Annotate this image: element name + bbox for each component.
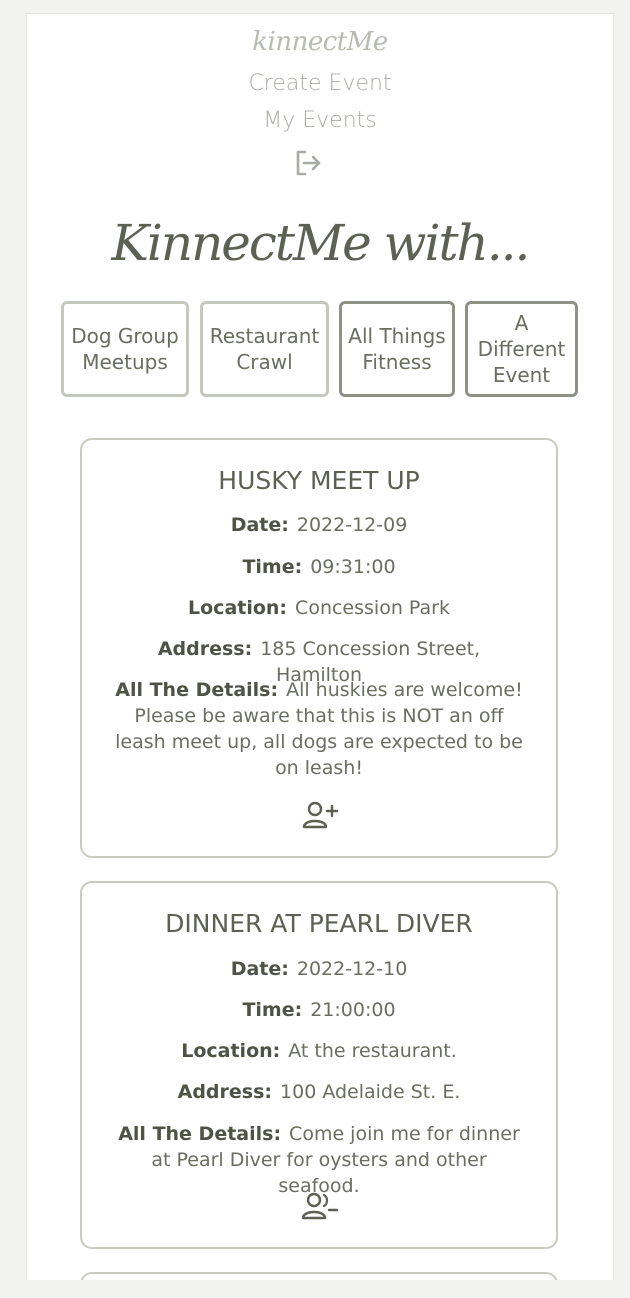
filter-dog-group-button[interactable]: Dog Group Meetups [61, 301, 189, 397]
location-label: Location: [188, 597, 288, 619]
event-card: HUSKY MEET UP Date: 2022-12-09 Time: 09:31… [80, 438, 558, 858]
filter-different-event-button[interactable]: A Different Event [465, 301, 578, 397]
event-location-row: Location: At the restaurant. [112, 1038, 526, 1064]
event-location-row: Location: Concession Park [112, 595, 526, 621]
hero-title: KinnectMe with... [111, 214, 531, 272]
filter-label: Dog Group Meetups [71, 324, 179, 374]
details-label: All The Details: [118, 1123, 282, 1145]
time-label: Time: [242, 556, 303, 578]
event-card: DINNER AT PEARL DIVER Date: 2022-12-10 Ti… [80, 881, 558, 1249]
nav-my-events-link[interactable]: My Events [27, 108, 613, 133]
user-minus-icon[interactable] [302, 1191, 338, 1221]
brand-logo[interactable]: kinnectMe [27, 27, 613, 57]
event-date: 2022-12-09 [296, 514, 408, 536]
event-address: 100 Adelaide St. E. [280, 1081, 461, 1103]
event-time: 21:00:00 [310, 999, 396, 1021]
event-time: 09:31:00 [310, 556, 396, 578]
event-time-row: Time: 09:31:00 [112, 554, 526, 580]
time-label: Time: [242, 999, 303, 1021]
date-label: Date: [230, 514, 289, 536]
event-card-partial [80, 1272, 558, 1280]
event-address-row: Address: 100 Adelaide St. E. [112, 1079, 526, 1105]
nav-create-event-link[interactable]: Create Event [27, 71, 613, 96]
event-title: HUSKY MEET UP [218, 466, 420, 495]
event-location: Concession Park [295, 597, 450, 619]
event-details-row: All The Details: All huskies are welcome!… [112, 677, 526, 781]
date-label: Date: [230, 958, 289, 980]
filter-label: Restaurant Crawl [209, 324, 320, 374]
details-label: All The Details: [115, 679, 279, 701]
filter-label: All Things Fitness [348, 324, 446, 374]
event-title: DINNER AT PEARL DIVER [165, 909, 473, 938]
event-date-row: Date: 2022-12-09 [112, 512, 526, 538]
address-label: Address: [177, 1081, 273, 1103]
filter-restaurant-crawl-button[interactable]: Restaurant Crawl [200, 301, 329, 397]
page-container: kinnectMe Create Event My Events Kinnect… [26, 13, 614, 1280]
event-time-row: Time: 21:00:00 [112, 997, 526, 1023]
event-location: At the restaurant. [288, 1040, 457, 1062]
filter-fitness-button[interactable]: All Things Fitness [339, 301, 455, 397]
address-label: Address: [157, 638, 253, 660]
logout-icon[interactable] [293, 148, 323, 178]
event-date-row: Date: 2022-12-10 [112, 956, 526, 982]
event-date: 2022-12-10 [296, 958, 408, 980]
user-plus-icon[interactable] [302, 800, 338, 830]
event-details-row: All The Details: Come join me for dinner … [112, 1121, 526, 1199]
filter-label: A Different Event [477, 311, 566, 387]
location-label: Location: [181, 1040, 281, 1062]
